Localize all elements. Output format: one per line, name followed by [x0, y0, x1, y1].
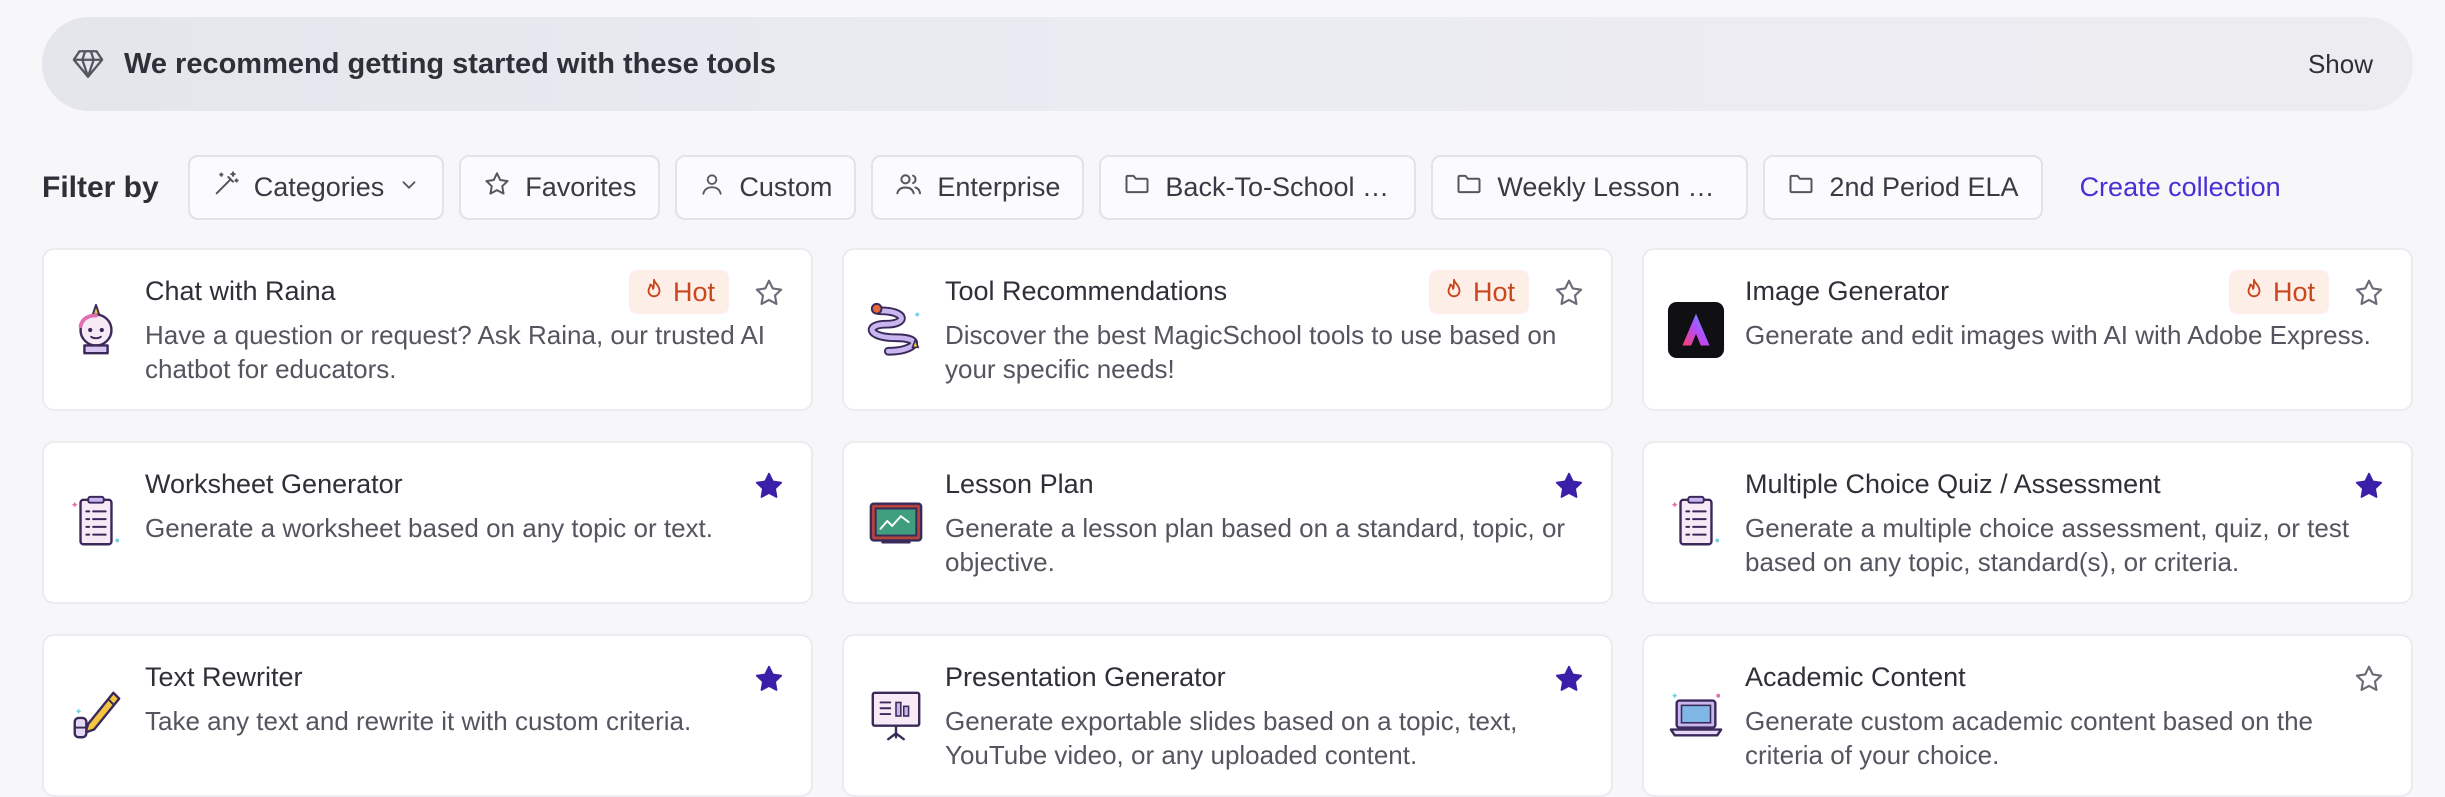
pencil-eraser-icon — [66, 686, 126, 746]
tool-title: Worksheet Generator — [145, 469, 403, 499]
tool-title: Multiple Choice Quiz / Assessment — [1745, 469, 2161, 499]
presentation-board-icon — [866, 686, 926, 746]
quiz-sheet-icon — [1666, 493, 1726, 553]
flame-icon — [643, 277, 665, 308]
favorite-star-filled-icon[interactable] — [2353, 470, 2385, 502]
tool-title: Lesson Plan — [945, 469, 1094, 499]
tool-description: Take any text and rewrite it with custom… — [145, 706, 692, 736]
road-map-icon — [866, 300, 926, 360]
tool-title: Tool Recommendations — [945, 276, 1228, 306]
chip-label: Back-To-School Week — [1165, 172, 1392, 202]
tool-title: Image Generator — [1745, 276, 1950, 306]
filter-favorites[interactable]: Favorites — [459, 155, 661, 220]
tool-description: Generate exportable slides based on a to… — [945, 706, 1518, 770]
chip-label: Custom — [739, 172, 833, 202]
tool-description: Generate a lesson plan based on a standa… — [945, 513, 1566, 577]
tool-description: Generate a worksheet based on any topic … — [145, 513, 714, 543]
collection-weekly-lesson[interactable]: Weekly Lesson Planning — [1431, 155, 1749, 220]
filter-enterprise[interactable]: Enterprise — [871, 155, 1085, 220]
chip-label: Favorites — [525, 172, 637, 202]
tool-description: Generate custom academic content based o… — [1745, 706, 2314, 770]
tool-description: Generate a multiple choice assessment, q… — [1745, 513, 2350, 577]
folder-icon — [1123, 170, 1151, 205]
favorite-star-filled-icon[interactable] — [1553, 663, 1585, 695]
laptop-icon — [1666, 686, 1726, 746]
favorite-star-icon[interactable] — [2353, 663, 2385, 695]
unicorn-icon — [66, 300, 126, 360]
collection-back-to-school[interactable]: Back-To-School Week — [1099, 155, 1417, 220]
diamond-icon — [70, 46, 106, 82]
folder-icon — [1787, 170, 1815, 205]
tool-card-image-generator[interactable]: Image Generator Generate and edit images… — [1642, 248, 2413, 411]
favorite-star-icon[interactable] — [753, 277, 785, 309]
filter-categories[interactable]: Categories — [187, 155, 445, 220]
recommendation-banner: We recommend getting started with these … — [42, 17, 2413, 111]
hot-label: Hot — [2272, 276, 2315, 307]
tool-card-multiple-choice-quiz[interactable]: Multiple Choice Quiz / Assessment Genera… — [1642, 441, 2413, 604]
flame-icon — [1443, 277, 1465, 308]
favorite-star-icon[interactable] — [2353, 277, 2385, 309]
user-icon — [699, 171, 725, 204]
chip-label: Enterprise — [937, 172, 1061, 202]
star-icon — [483, 170, 511, 205]
hot-badge: Hot — [628, 270, 729, 314]
favorite-star-filled-icon[interactable] — [753, 470, 785, 502]
tool-title: Presentation Generator — [945, 662, 1226, 692]
favorite-star-filled-icon[interactable] — [1553, 470, 1585, 502]
tool-card-lesson-plan[interactable]: Lesson Plan Generate a lesson plan based… — [842, 441, 1613, 604]
tool-card-presentation-generator[interactable]: Presentation Generator Generate exportab… — [842, 634, 1613, 797]
tool-description: Generate and edit images with AI with Ad… — [1745, 320, 2371, 350]
adobe-express-icon — [1666, 300, 1726, 360]
magic-wand-icon — [212, 170, 240, 205]
tool-card-chat-with-raina[interactable]: Chat with Raina Have a question or reque… — [42, 248, 813, 411]
tool-card-text-rewriter[interactable]: Text Rewriter Take any text and rewrite … — [42, 634, 813, 797]
folder-icon — [1455, 170, 1483, 205]
filter-bar: Filter by Categories Favorites Custom En… — [42, 155, 2281, 220]
chalkboard-icon — [866, 493, 926, 553]
tool-card-tool-recommendations[interactable]: Tool Recommendations Discover the best M… — [842, 248, 1613, 411]
worksheet-icon — [66, 493, 126, 553]
tool-card-worksheet-generator[interactable]: Worksheet Generator Generate a worksheet… — [42, 441, 813, 604]
tool-grid: Chat with Raina Have a question or reque… — [42, 248, 2413, 797]
show-button[interactable]: Show — [2308, 49, 2373, 80]
flame-icon — [2243, 277, 2265, 308]
chip-label: Weekly Lesson Planning — [1497, 172, 1724, 202]
favorite-star-icon[interactable] — [1553, 277, 1585, 309]
chevron-down-icon — [398, 172, 420, 203]
users-icon — [895, 170, 923, 205]
filter-label: Filter by — [42, 170, 159, 204]
hot-badge: Hot — [1428, 270, 1529, 314]
filter-custom[interactable]: Custom — [675, 155, 857, 220]
tool-description: Have a question or request? Ask Raina, o… — [145, 320, 766, 384]
favorite-star-filled-icon[interactable] — [753, 663, 785, 695]
collection-2nd-period-ela[interactable]: 2nd Period ELA — [1763, 155, 2043, 220]
banner-text: We recommend getting started with these … — [124, 47, 777, 80]
tool-card-academic-content[interactable]: Academic Content Generate custom academi… — [1642, 634, 2413, 797]
hot-label: Hot — [1472, 276, 1515, 307]
chip-label: Categories — [253, 172, 385, 202]
hot-badge: Hot — [2228, 270, 2329, 314]
create-collection-link[interactable]: Create collection — [2080, 172, 2281, 203]
tool-title: Chat with Raina — [145, 276, 336, 306]
tool-title: Academic Content — [1745, 662, 1966, 692]
chip-label: 2nd Period ELA — [1829, 172, 2019, 202]
tool-description: Discover the best MagicSchool tools to u… — [945, 320, 1557, 384]
hot-label: Hot — [672, 276, 715, 307]
tool-title: Text Rewriter — [145, 662, 303, 692]
